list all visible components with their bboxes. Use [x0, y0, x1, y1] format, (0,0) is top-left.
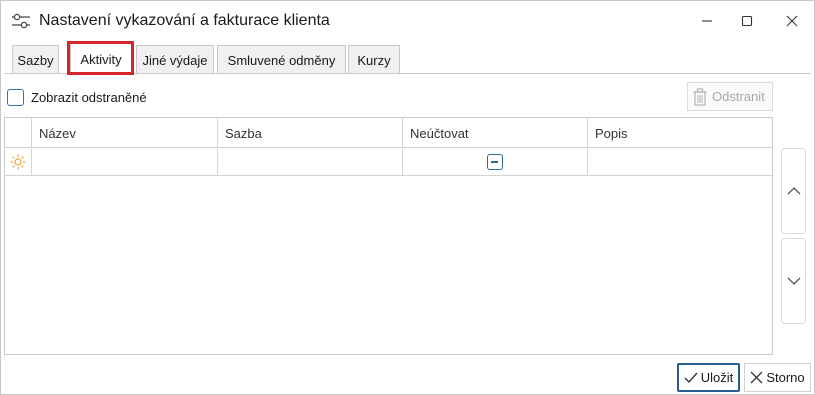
grid-header: Název Sazba Neúčtovat Popis — [5, 118, 772, 148]
cell-popis[interactable] — [587, 149, 772, 176]
maximize-icon — [741, 15, 753, 27]
activities-grid: Název Sazba Neúčtovat Popis — [4, 117, 773, 355]
delete-label: Odstranit — [712, 89, 765, 104]
save-button[interactable]: Uložit — [677, 363, 740, 392]
show-deleted-toggle[interactable]: Zobrazit odstraněné — [7, 87, 147, 107]
new-row-icon — [9, 153, 27, 171]
neuctovat-checkbox[interactable] — [487, 154, 503, 170]
move-down-button[interactable] — [781, 238, 806, 324]
tab-sazby[interactable]: Sazby — [12, 45, 59, 74]
title-bar: Nastavení vykazování a fakturace klienta — [1, 1, 814, 41]
delete-button[interactable]: Odstranit — [687, 82, 773, 111]
save-label: Uložit — [700, 370, 734, 385]
tab-kurzy[interactable]: Kurzy — [348, 45, 400, 74]
minimize-button[interactable] — [693, 9, 721, 33]
tab-jine-vydaje[interactable]: Jiné výdaje — [136, 45, 214, 74]
dialog-window: Nastavení vykazování a fakturace klienta… — [0, 0, 815, 395]
cancel-label: Storno — [766, 370, 805, 385]
close-icon — [750, 371, 763, 384]
column-header-sazba[interactable]: Sazba — [217, 118, 402, 148]
close-icon — [786, 15, 798, 27]
column-header-neuctovat[interactable]: Neúčtovat — [402, 118, 587, 148]
cell-sazba[interactable] — [217, 149, 402, 176]
new-row[interactable] — [5, 149, 772, 176]
chevron-up-icon — [787, 187, 800, 195]
tab-aktivity[interactable]: Aktivity — [70, 43, 132, 74]
trash-icon — [693, 87, 707, 106]
minimize-icon — [702, 20, 712, 22]
cell-nazev[interactable] — [31, 149, 217, 176]
cancel-button[interactable]: Storno — [744, 363, 811, 392]
close-button[interactable] — [778, 9, 806, 33]
window-title: Nastavení vykazování a fakturace klienta — [39, 12, 330, 29]
move-up-button[interactable] — [781, 148, 806, 234]
column-header-nazev[interactable]: Název — [31, 118, 217, 148]
column-header-popis[interactable]: Popis — [587, 118, 772, 148]
tab-smluvene-odmeny[interactable]: Smluvené odměny — [217, 45, 346, 74]
check-icon — [684, 372, 698, 383]
show-deleted-label: Zobrazit odstraněné — [31, 89, 147, 105]
maximize-button[interactable] — [733, 9, 761, 33]
show-deleted-checkbox[interactable] — [7, 88, 24, 106]
settings-sliders-icon — [11, 12, 31, 30]
chevron-down-icon — [787, 277, 800, 285]
